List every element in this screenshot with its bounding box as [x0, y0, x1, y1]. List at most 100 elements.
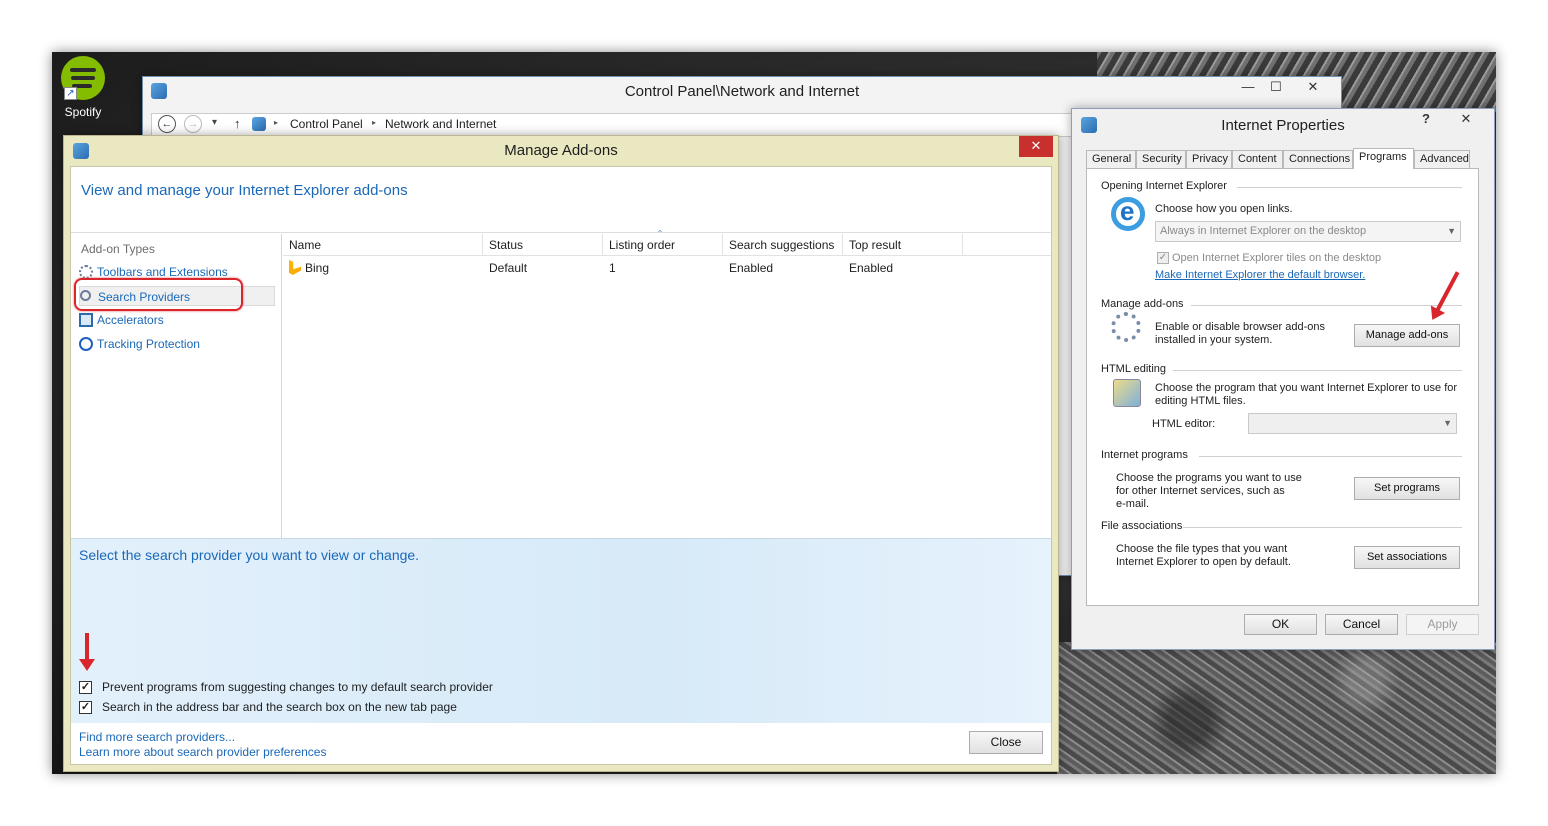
red-arrow-down: [79, 633, 95, 671]
tab-content[interactable]: Content: [1232, 150, 1283, 168]
opening-ie-heading: Opening Internet Explorer: [1101, 180, 1227, 192]
wallpaper-shadow: [1057, 642, 1496, 774]
tiles-label: Open Internet Explorer tiles on the desk…: [1172, 252, 1382, 264]
breadcrumb-control-panel[interactable]: Control Panel: [290, 117, 363, 131]
highlight-circle: [74, 278, 243, 311]
up-icon[interactable]: ↑: [234, 116, 241, 131]
search-address-bar-option[interactable]: ✓ Search in the address bar and the searc…: [79, 699, 457, 717]
programs-tab-panel: Opening Internet Explorer Choose how you…: [1086, 168, 1479, 606]
network-breadcrumb-icon: [252, 117, 266, 131]
cell-listing-order: 1: [609, 261, 616, 275]
addons-list-header: Name Status Listing order ˆ Search sugge…: [283, 228, 1051, 256]
manage-addons-button[interactable]: Manage add-ons: [1354, 324, 1460, 347]
file-associations-heading: File associations: [1101, 520, 1183, 532]
addon-type-accelerators[interactable]: Accelerators: [79, 310, 164, 330]
spotify-label: Spotify: [64, 105, 102, 119]
details-pane: Select the search provider you want to v…: [71, 538, 1051, 723]
addon-types-heading: Add-on Types: [81, 242, 155, 256]
tiles-option: ✓ Open Internet Explorer tiles on the des…: [1157, 252, 1382, 265]
breadcrumb-sep-icon: ▸: [274, 118, 279, 127]
section-divider: [1191, 305, 1462, 306]
details-text: Select the search provider you want to v…: [79, 547, 420, 563]
learn-more-link[interactable]: Learn more about search provider prefere…: [79, 745, 326, 759]
apply-button[interactable]: Apply: [1406, 614, 1479, 635]
column-search-suggestions[interactable]: Search suggestions: [723, 234, 843, 256]
addon-types-pane: Add-on Types Toolbars and Extensions Sea…: [71, 234, 282, 538]
help-button[interactable]: ?: [1414, 109, 1438, 130]
addon-type-label: Accelerators: [97, 313, 164, 327]
manage-addons-window: Manage Add-ons ✕ View and manage your In…: [63, 135, 1059, 772]
column-status[interactable]: Status: [483, 234, 603, 256]
manage-addons-header: View and manage your Internet Explorer a…: [71, 167, 1051, 233]
manage-addons-text-1: Enable or disable browser add-ons: [1155, 321, 1325, 333]
html-editor-label: HTML editor:: [1152, 418, 1216, 430]
spotify-desktop-icon[interactable]: ↗ Spotify: [58, 56, 108, 119]
internet-programs-text-2: for other Internet services, such as: [1116, 485, 1285, 497]
manage-addons-content: View and manage your Internet Explorer a…: [70, 166, 1052, 765]
open-links-select: Always in Internet Explorer on the deskt…: [1155, 221, 1461, 242]
maximize-button[interactable]: ☐: [1263, 77, 1289, 98]
history-dropdown-icon[interactable]: ▾: [212, 117, 217, 128]
tab-security[interactable]: Security: [1136, 150, 1186, 168]
addon-type-label: Toolbars and Extensions: [97, 265, 228, 279]
addon-type-tracking-protection[interactable]: Tracking Protection: [79, 334, 200, 354]
addons-list: Name Status Listing order ˆ Search sugge…: [283, 228, 1051, 538]
set-programs-button[interactable]: Set programs: [1354, 477, 1460, 500]
manage-addons-heading: Manage add-ons: [1101, 298, 1184, 310]
manage-addons-text-2: installed in your system.: [1155, 334, 1273, 346]
prevent-changes-checkbox[interactable]: ✓: [79, 681, 92, 695]
close-button[interactable]: ✕: [1291, 77, 1335, 98]
minimize-button[interactable]: —: [1235, 77, 1261, 98]
tab-advanced[interactable]: Advanced: [1414, 150, 1470, 168]
shortcut-arrow-icon: ↗: [64, 87, 77, 100]
cancel-button[interactable]: Cancel: [1325, 614, 1398, 635]
close-dialog-button[interactable]: Close: [969, 731, 1043, 754]
internet-properties-dialog: Internet Properties ? ✕ General Security…: [1071, 108, 1495, 650]
close-button[interactable]: ✕: [1444, 109, 1488, 130]
open-links-value: Always in Internet Explorer on the deskt…: [1160, 225, 1367, 237]
manage-addons-footer: Find more search providers... Learn more…: [71, 723, 1051, 764]
sort-ascending-icon: ˆ: [658, 228, 662, 242]
search-address-bar-checkbox[interactable]: ✓: [79, 701, 92, 715]
html-editing-text-1: Choose the program that you want Interne…: [1155, 382, 1458, 394]
close-button[interactable]: ✕: [1019, 136, 1053, 157]
ok-button[interactable]: OK: [1244, 614, 1317, 635]
forward-icon[interactable]: →: [184, 115, 202, 133]
tab-programs[interactable]: Programs: [1353, 148, 1414, 169]
prevent-changes-option[interactable]: ✓ Prevent programs from suggesting change…: [79, 679, 493, 697]
find-more-providers-link[interactable]: Find more search providers...: [79, 730, 235, 744]
tab-privacy[interactable]: Privacy: [1186, 150, 1232, 168]
internet-programs-text-1: Choose the programs you want to use: [1116, 472, 1302, 484]
spotify-icon: ↗: [61, 56, 105, 100]
column-listing-order[interactable]: Listing order: [603, 234, 723, 256]
control-panel-title: Control Panel\Network and Internet: [624, 83, 860, 100]
cell-search-suggestions: Enabled: [729, 261, 774, 275]
back-icon[interactable]: ←: [158, 115, 176, 133]
column-top-result[interactable]: Top result: [843, 234, 963, 256]
addons-gear-icon: [1111, 312, 1141, 342]
cell-top-result: Enabled: [849, 261, 894, 275]
breadcrumb-sep-icon: ▸: [372, 118, 377, 127]
tab-general[interactable]: General: [1086, 150, 1136, 168]
section-divider: [1199, 456, 1462, 457]
html-editor-icon: [1113, 379, 1141, 407]
choose-open-links-text: Choose how you open links.: [1155, 203, 1293, 215]
addon-type-label: Tracking Protection: [97, 337, 200, 351]
internet-explorer-icon: [1111, 196, 1145, 231]
prevent-changes-label: Prevent programs from suggesting changes…: [102, 680, 493, 694]
internet-programs-heading: Internet programs: [1101, 449, 1188, 461]
column-name[interactable]: Name: [283, 234, 483, 256]
set-associations-button[interactable]: Set associations: [1354, 546, 1460, 569]
cell-name: Bing: [305, 261, 330, 275]
gear-icon: [79, 265, 93, 279]
file-associations-text-2: Internet Explorer to open by default.: [1116, 556, 1291, 568]
manage-addons-title: Manage Add-ons: [504, 142, 618, 159]
address-bar[interactable]: ← → ▾ ↑ ▸ Control Panel ▸ Network and In…: [151, 113, 1081, 137]
tab-connections[interactable]: Connections: [1283, 150, 1353, 168]
html-editor-select[interactable]: ▼: [1248, 413, 1457, 434]
make-default-browser-link[interactable]: Make Internet Explorer the default brows…: [1155, 269, 1365, 281]
internet-programs-text-3: e-mail.: [1116, 498, 1150, 510]
breadcrumb-network[interactable]: Network and Internet: [385, 117, 496, 131]
chevron-down-icon: ▼: [1443, 418, 1452, 428]
manage-addons-heading: View and manage your Internet Explorer a…: [81, 182, 408, 199]
